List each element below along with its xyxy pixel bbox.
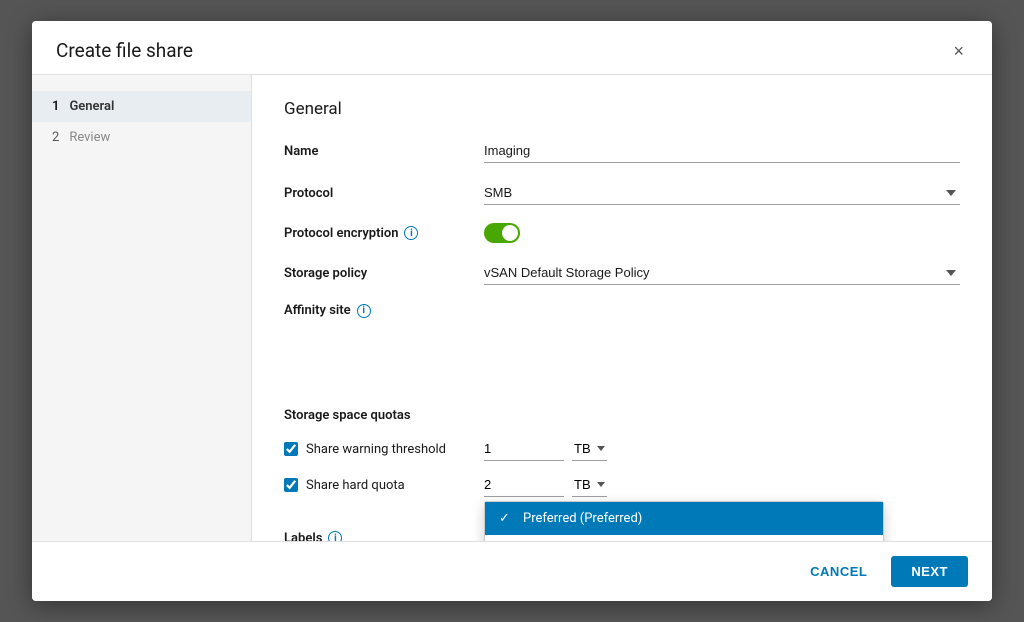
cancel-button[interactable]: CANCEL — [798, 558, 879, 585]
dropdown-option-preferred[interactable]: ✓ Preferred (Preferred) — [485, 502, 883, 535]
modal-footer: CANCEL NEXT — [32, 541, 992, 601]
check-icon: ✓ — [499, 511, 515, 526]
share-warning-checkbox[interactable] — [284, 442, 298, 456]
encryption-toggle[interactable] — [484, 223, 520, 243]
modal-header: Create file share × — [32, 21, 992, 75]
share-warning-label-wrap: Share warning threshold — [284, 442, 484, 457]
name-label: Name — [284, 144, 484, 159]
labels-label: Labels i — [284, 531, 484, 542]
name-row: Name — [284, 139, 960, 163]
share-warning-unit[interactable]: TB GB — [572, 437, 607, 461]
protocol-control: SMB NFS — [484, 181, 960, 205]
storage-policy-select[interactable]: vSAN Default Storage Policy — [484, 261, 960, 285]
share-hard-label-wrap: Share hard quota — [284, 478, 484, 493]
protocol-encryption-info-icon[interactable]: i — [404, 226, 418, 240]
protocol-label: Protocol — [284, 186, 484, 201]
protocol-encryption-label: Protocol encryption i — [284, 226, 484, 241]
share-hard-input[interactable] — [484, 473, 564, 497]
share-hard-unit[interactable]: TB GB — [572, 473, 607, 497]
section-title: General — [284, 99, 960, 119]
quotas-section: Storage space quotas Share warning thres… — [284, 408, 960, 497]
protocol-row: Protocol SMB NFS — [284, 181, 960, 205]
content-area: General Name Protocol SMB NFS — [252, 75, 992, 541]
share-hard-row: Share hard quota TB GB — [284, 473, 960, 497]
sidebar: 1 General 2 Review — [32, 75, 252, 541]
labels-info-icon[interactable]: i — [328, 531, 342, 541]
sidebar-label-review: Review — [69, 130, 110, 145]
name-control — [484, 139, 960, 163]
share-hard-control: TB GB — [484, 473, 607, 497]
share-warning-control: TB GB — [484, 437, 607, 461]
share-hard-label: Share hard quota — [306, 478, 405, 493]
step-num-1: 1 — [52, 99, 59, 114]
storage-policy-label: Storage policy — [284, 266, 484, 281]
name-input[interactable] — [484, 139, 960, 163]
affinity-site-label: Affinity site i — [284, 303, 484, 318]
modal-overlay: Create file share × 1 General 2 Review G… — [0, 0, 1024, 622]
affinity-site-dropdown: ✓ Preferred (Preferred) Secondary (Secon… — [484, 501, 884, 541]
dropdown-option-secondary[interactable]: Secondary (Secondary) — [485, 535, 883, 541]
modal-body: 1 General 2 Review General Name — [32, 75, 992, 541]
affinity-site-row: Affinity site i ✓ Preferred (Preferred) … — [284, 303, 960, 318]
storage-policy-row: Storage policy vSAN Default Storage Poli… — [284, 261, 960, 285]
next-button[interactable]: NEXT — [891, 556, 968, 587]
modal-title: Create file share — [56, 39, 193, 62]
share-warning-input[interactable] — [484, 437, 564, 461]
sidebar-item-general[interactable]: 1 General — [32, 91, 251, 122]
protocol-select[interactable]: SMB NFS — [484, 181, 960, 205]
affinity-site-info-icon[interactable]: i — [357, 304, 371, 318]
sidebar-item-review[interactable]: 2 Review — [32, 122, 251, 153]
step-num-2: 2 — [52, 130, 59, 145]
close-button[interactable]: × — [949, 40, 968, 62]
storage-policy-control: vSAN Default Storage Policy — [484, 261, 960, 285]
modal: Create file share × 1 General 2 Review G… — [32, 21, 992, 601]
sidebar-label-general: General — [69, 99, 114, 114]
share-warning-label: Share warning threshold — [306, 442, 446, 457]
quotas-title: Storage space quotas — [284, 408, 960, 423]
share-hard-checkbox[interactable] — [284, 478, 298, 492]
share-warning-row: Share warning threshold TB GB — [284, 437, 960, 461]
protocol-encryption-row: Protocol encryption i — [284, 223, 960, 243]
toggle-control — [484, 223, 960, 243]
